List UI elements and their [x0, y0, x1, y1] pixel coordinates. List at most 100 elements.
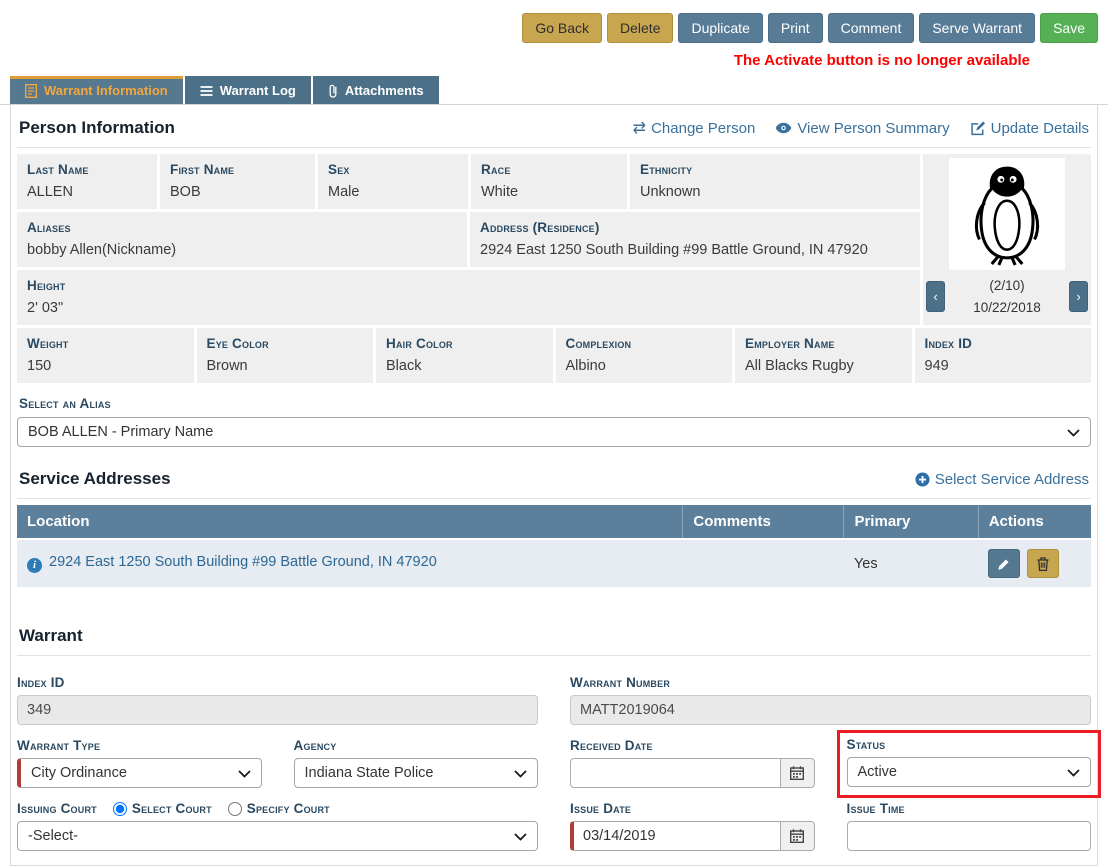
photo-prev-button[interactable]: ‹: [926, 281, 945, 312]
field-sex: Sex Male: [318, 154, 468, 209]
field-eye-color: Eye Color Brown: [197, 328, 374, 383]
index-id-input[interactable]: [17, 695, 538, 725]
warrant-header: Warrant: [17, 613, 1091, 655]
field-value: Black: [386, 358, 543, 374]
received-date-label: Received Date: [570, 738, 815, 753]
issuing-court-label: Issuing Court: [17, 801, 97, 816]
select-court-radio-option[interactable]: Select Court: [113, 801, 212, 816]
field-label: Hair Color: [386, 336, 543, 351]
field-value: BOB: [170, 184, 305, 200]
comment-button[interactable]: Comment: [828, 13, 915, 43]
column-header-primary: Primary: [844, 505, 978, 539]
select-court-radio[interactable]: [113, 802, 127, 816]
field-label: Eye Color: [207, 336, 364, 351]
court-select[interactable]: -Select-: [17, 821, 538, 851]
chevron-down-icon: [1067, 429, 1080, 437]
table-header-row: Location Comments Primary Actions: [17, 505, 1091, 539]
info-circle-icon[interactable]: i: [27, 558, 42, 573]
update-details-link[interactable]: Update Details: [970, 120, 1089, 137]
warrant-title: Warrant: [19, 626, 83, 646]
person-information-title: Person Information: [19, 118, 175, 138]
person-photo: [949, 158, 1065, 270]
warrant-rule: [17, 655, 1091, 656]
agency-value: Indiana State Police: [305, 765, 434, 781]
field-value: bobby Allen(Nickname): [27, 242, 457, 258]
cell-location: i 2924 East 1250 South Building #99 Battl…: [17, 539, 683, 587]
specify-court-radio[interactable]: [228, 802, 242, 816]
issue-date-input[interactable]: [570, 821, 781, 851]
photo-counter: (2/10): [973, 275, 1041, 297]
photo-navigation: ‹ (2/10) 10/22/2018 ›: [926, 274, 1088, 319]
photo-captions: (2/10) 10/22/2018: [973, 275, 1041, 319]
warrant-row-1: Index ID Warrant Number: [17, 662, 1091, 725]
save-button[interactable]: Save: [1040, 13, 1098, 43]
received-date-input[interactable]: [570, 758, 781, 788]
warrant-index-id-field: Index ID: [17, 662, 538, 725]
print-button[interactable]: Print: [768, 13, 823, 43]
delete-button[interactable]: Delete: [607, 13, 673, 43]
tab-attachments[interactable]: Attachments: [313, 76, 439, 104]
field-label: First Name: [170, 162, 305, 177]
field-race: Race White: [471, 154, 627, 209]
service-addresses-rule: [17, 498, 1091, 499]
field-value: Albino: [566, 358, 723, 374]
select-service-address-link[interactable]: Select Service Address: [915, 471, 1089, 488]
serve-warrant-button[interactable]: Serve Warrant: [919, 13, 1035, 43]
specify-court-radio-option[interactable]: Specify Court: [228, 801, 330, 816]
field-value: All Blacks Rugby: [745, 358, 902, 374]
column-header-actions: Actions: [978, 505, 1091, 539]
agency-select[interactable]: Indiana State Police: [294, 758, 539, 788]
view-person-summary-label: View Person Summary: [797, 120, 949, 137]
activate-unavailable-notice: The Activate button is no longer availab…: [0, 43, 1108, 76]
change-person-link[interactable]: ⇄ Change Person: [633, 118, 756, 138]
select-court-radio-label: Select Court: [132, 801, 212, 816]
field-label: Complexion: [566, 336, 723, 351]
person-photo-panel: ‹ (2/10) 10/22/2018 ›: [923, 154, 1091, 325]
edit-address-button[interactable]: [988, 549, 1020, 578]
person-information-header: Person Information ⇄ Change Person View …: [17, 105, 1091, 147]
alias-select[interactable]: BOB ALLEN - Primary Name: [17, 417, 1091, 447]
field-height: Height 2' 03": [17, 270, 920, 325]
issue-date-group: [570, 821, 815, 851]
penguin-image: [961, 162, 1053, 266]
tab-warrant-information[interactable]: Warrant Information: [10, 76, 183, 104]
tab-warrant-log[interactable]: Warrant Log: [185, 76, 311, 104]
field-label: Weight: [27, 336, 184, 351]
field-label: Sex: [328, 162, 458, 177]
person-fields-row-1: Last Name ALLEN First Name BOB Sex Male …: [17, 154, 920, 209]
index-id-label: Index ID: [17, 675, 538, 690]
view-person-summary-link[interactable]: View Person Summary: [775, 120, 949, 137]
status-annotation-highlight: Status Active: [837, 730, 1102, 798]
field-label: Height: [27, 278, 910, 293]
field-label: Index ID: [925, 336, 1082, 351]
warrant-information-panel: Person Information ⇄ Change Person View …: [10, 105, 1098, 866]
cell-comments: [683, 539, 844, 587]
cell-primary: Yes: [844, 539, 978, 587]
field-value: Male: [328, 184, 458, 200]
received-date-field: Received Date: [570, 725, 815, 788]
field-value: 150: [27, 358, 184, 374]
warrant-number-input[interactable]: [570, 695, 1091, 725]
pencil-icon: [997, 557, 1011, 571]
received-date-calendar-button[interactable]: [781, 758, 815, 788]
delete-address-button[interactable]: [1027, 549, 1059, 578]
issue-date-calendar-button[interactable]: [781, 821, 815, 851]
field-hair-color: Hair Color Black: [376, 328, 553, 383]
received-date-group: [570, 758, 815, 788]
warrant-type-select[interactable]: City Ordinance: [17, 758, 262, 788]
photo-next-button[interactable]: ›: [1069, 281, 1088, 312]
duplicate-button[interactable]: Duplicate: [678, 13, 762, 43]
status-select[interactable]: Active: [847, 757, 1092, 787]
status-label: Status: [847, 737, 1092, 752]
service-addresses-title: Service Addresses: [19, 469, 171, 489]
person-header-links: ⇄ Change Person View Person Summary Upda…: [633, 118, 1089, 138]
field-label: Employer Name: [745, 336, 902, 351]
issue-time-input[interactable]: [847, 821, 1092, 851]
tab-label: Warrant Information: [44, 83, 168, 98]
field-label: Last Name: [27, 162, 147, 177]
service-address-link[interactable]: 2924 East 1250 South Building #99 Battle…: [49, 554, 437, 570]
table-head: Location Comments Primary Actions: [17, 505, 1091, 539]
arrow-left-icon: ‹: [933, 289, 937, 304]
photo-date: 10/22/2018: [973, 297, 1041, 319]
go-back-button[interactable]: Go Back: [522, 13, 602, 43]
